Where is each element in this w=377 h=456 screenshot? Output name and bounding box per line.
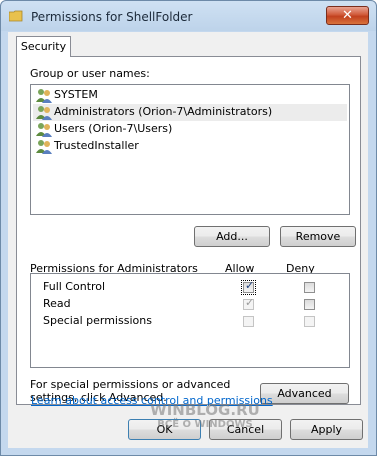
permissions-window: Permissions for ShellFolder ✕ Security G…: [0, 0, 377, 456]
security-panel: Group or user names: SYSTEM Administrato…: [16, 56, 361, 405]
allow-special-checkbox[interactable]: [243, 316, 254, 327]
allow-full-control-checkbox[interactable]: ✓: [241, 279, 256, 295]
users-icon: [36, 123, 52, 137]
advanced-button[interactable]: Advanced: [260, 383, 349, 404]
apply-button[interactable]: Apply: [290, 419, 363, 440]
list-item-label: TrustedInstaller: [54, 139, 139, 152]
deny-read-checkbox[interactable]: [304, 299, 315, 310]
users-icon: [36, 140, 52, 154]
list-item-label: Administrators (Orion-7\Administrators): [54, 105, 273, 118]
check-mark-icon: ✓: [245, 296, 255, 309]
check-mark-icon: ✓: [245, 279, 255, 292]
window-title: Permissions for ShellFolder: [31, 10, 193, 24]
deny-full-control-checkbox[interactable]: [304, 282, 315, 293]
permission-name: Full Control: [43, 280, 106, 293]
folder-icon: [9, 10, 23, 22]
list-item-label: SYSTEM: [54, 88, 98, 101]
groups-listbox[interactable]: SYSTEM Administrators (Orion-7\Administr…: [30, 84, 350, 215]
users-icon: [36, 89, 52, 103]
watermark-subtitle: ВСЁ О WINDOWS: [157, 419, 253, 430]
watermark-title: WINBLOG.RU: [150, 401, 260, 419]
users-icon: [36, 106, 52, 120]
close-button[interactable]: ✕: [326, 6, 369, 25]
deny-special-checkbox[interactable]: [304, 316, 315, 327]
close-icon: ✕: [342, 8, 353, 23]
allow-read-checkbox[interactable]: ✓: [243, 296, 255, 310]
list-item-label: Users (Orion-7\Users): [54, 122, 173, 135]
list-item[interactable]: TrustedInstaller: [33, 138, 347, 155]
groups-label: Group or user names:: [30, 67, 150, 80]
title-bar: Permissions for ShellFolder ✕: [1, 1, 376, 33]
permission-name: Read: [43, 297, 71, 310]
list-item[interactable]: Administrators (Orion-7\Administrators): [33, 104, 347, 121]
remove-button[interactable]: Remove: [280, 226, 356, 247]
list-item[interactable]: SYSTEM: [33, 87, 347, 104]
add-button[interactable]: Add...: [194, 226, 270, 247]
permission-name: Special permissions: [43, 314, 152, 327]
window-client: Security Group or user names: SYSTEM Adm…: [8, 32, 368, 448]
tab-security[interactable]: Security: [16, 36, 71, 57]
list-item[interactable]: Users (Orion-7\Users): [33, 121, 347, 138]
permissions-list: Full Control ✓ Read ✓ Special permission…: [30, 273, 350, 368]
